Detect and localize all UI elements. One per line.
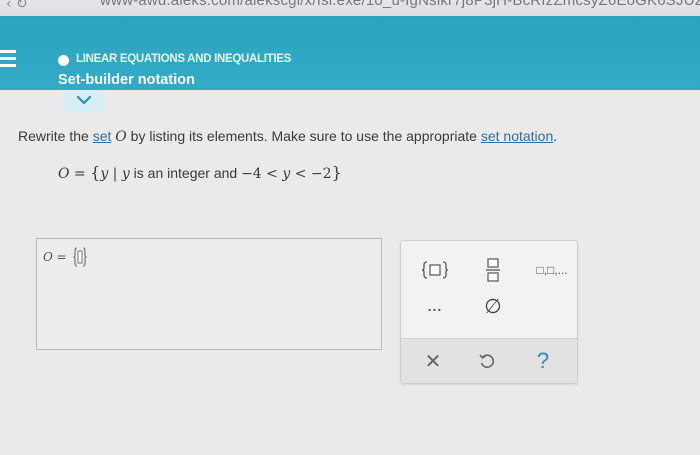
- math-keypad: □,□,... ... ∅ ✕ ?: [400, 240, 578, 384]
- topic-title: LINEAR EQUATIONS AND INEQUALITIES: [76, 53, 291, 65]
- address-bar-url[interactable]: www-awu.aleks.com/alekscgi/x/Isl.exe/1o_…: [100, 0, 700, 9]
- answer-set-name: O: [43, 250, 53, 264]
- instruction-text: .: [553, 128, 558, 144]
- set-glossary-link[interactable]: set: [93, 128, 112, 144]
- undo-icon: [479, 354, 494, 368]
- lesson-header: LINEAR EQUATIONS AND INEQUALITIES Set-bu…: [0, 16, 700, 90]
- condition-text: is an integer and: [129, 165, 242, 181]
- ellipsis-key[interactable]: ...: [415, 291, 455, 321]
- close-icon: ✕: [424, 349, 442, 373]
- empty-set-icon: ∅: [484, 295, 502, 318]
- equals-sign: =: [69, 166, 91, 182]
- answer-label: O =: [43, 250, 67, 264]
- instruction-text: by listing its elements. Make sure to us…: [126, 128, 481, 144]
- problem-area: Rewrite the set O by listing its element…: [0, 90, 700, 455]
- topic-status-icon: [58, 55, 69, 66]
- set-braces-key[interactable]: [415, 255, 455, 285]
- help-button[interactable]: ?: [523, 346, 563, 376]
- answer-input-field[interactable]: [73, 247, 87, 267]
- back-forward-icons[interactable]: ‹ ↻: [6, 0, 28, 12]
- less-than-sign: <: [290, 166, 311, 182]
- set-braces-icon: [421, 261, 449, 279]
- fraction-icon: [486, 258, 500, 282]
- open-brace: {: [90, 163, 101, 182]
- lower-bound: −4: [241, 166, 262, 182]
- set-variable: O: [115, 129, 127, 145]
- collapse-header-button[interactable]: [63, 90, 105, 112]
- instruction-text: Rewrite the: [18, 128, 93, 144]
- close-brace: }: [331, 163, 342, 182]
- clear-button[interactable]: ✕: [413, 346, 453, 376]
- ellipsis-icon: ...: [427, 298, 443, 314]
- hamburger-menu-icon[interactable]: [0, 50, 16, 67]
- problem-instructions: Rewrite the set O by listing its element…: [18, 128, 557, 145]
- help-icon: ?: [536, 348, 550, 373]
- browser-toolbar: ‹ ↻ www-awu.aleks.com/alekscgi/x/Isl.exe…: [0, 0, 700, 16]
- upper-bound: −2: [310, 166, 332, 182]
- variable-y: y: [121, 166, 130, 182]
- list-key[interactable]: □,□,...: [529, 255, 575, 285]
- fraction-key[interactable]: [473, 255, 513, 285]
- keypad-action-bar: ✕ ?: [401, 338, 577, 383]
- list-icon: □,□,...: [536, 263, 568, 277]
- such-that-bar: |: [108, 166, 122, 182]
- less-than-sign: <: [261, 166, 283, 182]
- set-braces-input-icon: [73, 247, 87, 267]
- set-definition: O = {y | y is an integer and −4 < y < −2…: [58, 163, 342, 182]
- chevron-down-icon: [77, 96, 91, 105]
- set-name: O: [58, 166, 70, 182]
- answer-box[interactable]: O =: [36, 238, 382, 350]
- undo-button[interactable]: [467, 346, 507, 376]
- subtopic-title: Set-builder notation: [58, 72, 195, 88]
- empty-set-key[interactable]: ∅: [473, 291, 513, 321]
- set-notation-glossary-link[interactable]: set notation: [481, 128, 553, 144]
- equals-sign: =: [52, 250, 67, 264]
